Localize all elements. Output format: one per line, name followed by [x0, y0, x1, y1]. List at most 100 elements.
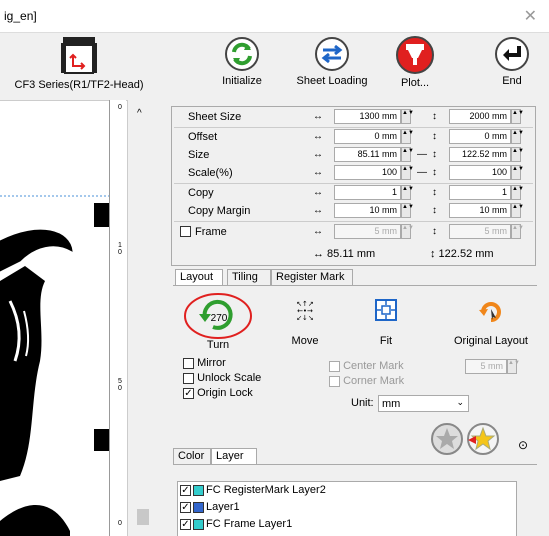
width-arrow-icon: ↔ — [313, 111, 323, 122]
origin-lock-option[interactable]: ✓ Origin Lock — [183, 387, 253, 399]
ruler-label: 0 — [118, 520, 122, 527]
copy-y-field[interactable]: 1 — [449, 185, 511, 200]
scroll-thumb[interactable] — [137, 509, 149, 525]
copy-x-stepper[interactable]: ▲▼ — [401, 185, 414, 200]
tab-layout[interactable]: Layout — [175, 269, 223, 286]
plot-button[interactable]: Plot... — [390, 35, 440, 89]
initialize-label: Initialize — [222, 75, 262, 87]
height-arrow-icon: ↕ — [432, 167, 437, 178]
center-mark-option[interactable]: Center Mark — [329, 360, 404, 372]
expand-icon[interactable]: ⊙ — [518, 438, 528, 452]
sheet-size-label: Sheet Size — [188, 111, 242, 123]
size-width-stepper[interactable]: ▲▼ — [401, 147, 414, 162]
layer-visible-checkbox[interactable]: ✓ — [180, 484, 191, 496]
original-layout-button[interactable]: Original Layout — [445, 298, 537, 347]
copy-x-field[interactable]: 1 — [334, 185, 401, 200]
layer-row[interactable]: ✓ FC Frame Layer1 — [180, 518, 292, 533]
sheet-width-field[interactable]: 1300 mm — [334, 109, 401, 124]
layer-row[interactable]: ✓ Layer1 — [180, 501, 240, 516]
scale-y-stepper[interactable]: ▲▼ — [511, 165, 524, 180]
copy-margin-row: Copy Margin ↔ 10 mm ▲▼ ↕ 10 mm ▲▼ — [172, 202, 535, 220]
offset-label: Offset — [188, 131, 218, 143]
unlock-scale-checkbox[interactable] — [183, 372, 194, 384]
corner-mark-option[interactable]: Corner Mark — [329, 375, 404, 387]
end-label: End — [502, 75, 522, 87]
unit-select[interactable]: mm ⌄ — [378, 395, 469, 412]
sheet-loading-button[interactable]: Sheet Loading — [289, 35, 375, 87]
offset-x-field[interactable]: 0 mm — [334, 129, 401, 144]
tab-layer[interactable]: Layer — [211, 448, 257, 465]
width-arrow-icon: ↔ — [313, 226, 323, 237]
size-width-field[interactable]: 85.11 mm — [334, 147, 401, 162]
offset-y-field[interactable]: 0 mm — [449, 129, 511, 144]
offset-x-stepper[interactable]: ▲▼ — [401, 129, 414, 144]
turn-button[interactable]: 270 Turn — [183, 292, 253, 352]
sheet-size-row: Sheet Size ↔ 1300 mm ▲▼ ↕ 2000 mm ▲▼ — [172, 108, 535, 126]
frame-x-stepper[interactable]: ▲▼ — [401, 224, 414, 239]
total-width: ↔ 85.11 mm — [313, 248, 376, 260]
frame-checkbox[interactable] — [180, 225, 191, 237]
fit-button[interactable]: Fit — [366, 298, 406, 347]
sheet-height-stepper[interactable]: ▲▼ — [511, 109, 524, 124]
artwork-preview — [0, 195, 110, 536]
vertical-scrollbar[interactable]: ^ — [127, 100, 155, 536]
ruler-label: 0 — [118, 104, 122, 111]
scale-x-field[interactable]: 100 — [334, 165, 401, 180]
layer-panel: ✓ FC RegisterMark Layer2 ✓ Layer1 ✓ FC Fram… — [173, 464, 537, 536]
copy-label: Copy — [188, 187, 214, 199]
scale-x-stepper[interactable]: ▲▼ — [401, 165, 414, 180]
size-height-stepper[interactable]: ▲▼ — [511, 147, 524, 162]
layer-color-swatch — [193, 518, 204, 530]
mirror-label: Mirror — [197, 357, 226, 369]
corner-mark-checkbox[interactable] — [329, 375, 340, 387]
copy-margin-x-field[interactable]: 10 mm — [334, 203, 401, 218]
layer-visible-checkbox[interactable]: ✓ — [180, 518, 191, 530]
swap-arrows-icon — [315, 37, 349, 71]
frame-y-stepper[interactable]: ▲▼ — [511, 224, 524, 239]
frame-label: Frame — [195, 226, 227, 238]
tab-register-mark[interactable]: Register Mark — [271, 269, 353, 285]
mirror-option[interactable]: Mirror — [183, 357, 226, 369]
sheet-width-stepper[interactable]: ▲▼ — [401, 109, 414, 124]
star-color-button[interactable] — [462, 422, 504, 459]
layer-row[interactable]: ✓ FC RegisterMark Layer2 — [180, 484, 326, 499]
window-title: ig_en] — [4, 9, 37, 23]
size-height-field[interactable]: 122.52 mm — [449, 147, 511, 162]
rotate-icon: 270 — [184, 293, 252, 339]
tab-tiling[interactable]: Tiling — [227, 269, 271, 285]
copy-margin-y-stepper[interactable]: ▲▼ — [511, 203, 524, 218]
title-bar: ig_en] ✕ — [0, 0, 549, 33]
layer-visible-checkbox[interactable]: ✓ — [180, 501, 191, 513]
star-gray-icon[interactable] — [427, 422, 467, 456]
center-mark-checkbox[interactable] — [329, 360, 340, 372]
scroll-up-icon[interactable]: ^ — [137, 108, 142, 119]
width-arrow-icon: ↔ — [313, 205, 323, 216]
move-button[interactable]: ↖↑↗ ←•→ ↙↓↘ Move — [285, 298, 325, 347]
unit-value: mm — [382, 398, 401, 410]
unlock-scale-option[interactable]: Unlock Scale — [183, 372, 261, 384]
mirror-checkbox[interactable] — [183, 357, 194, 369]
layer-list: ✓ FC RegisterMark Layer2 ✓ Layer1 ✓ FC Fram… — [177, 481, 517, 536]
scale-y-field[interactable]: 100 — [449, 165, 511, 180]
mark-size-field[interactable]: 5 mm — [465, 359, 507, 374]
frame-x-field[interactable]: 5 mm — [334, 224, 401, 239]
copy-margin-y-field[interactable]: 10 mm — [449, 203, 511, 218]
link-dash-icon: — — [417, 149, 427, 160]
end-button[interactable]: End — [492, 35, 532, 87]
tab-color[interactable]: Color — [173, 448, 211, 464]
mark-size-stepper[interactable]: ▲▼ — [507, 359, 520, 374]
star-color-icon — [467, 423, 499, 455]
plot-label: Plot... — [400, 77, 430, 89]
copy-y-stepper[interactable]: ▲▼ — [511, 185, 524, 200]
unlock-scale-label: Unlock Scale — [197, 372, 262, 384]
copy-margin-x-stepper[interactable]: ▲▼ — [401, 203, 414, 218]
close-icon[interactable]: ✕ — [524, 6, 537, 26]
turn-label: Turn — [206, 339, 230, 351]
sheet-height-field[interactable]: 2000 mm — [449, 109, 511, 124]
sheet-loading-label: Sheet Loading — [296, 75, 368, 87]
origin-lock-checkbox[interactable]: ✓ — [183, 387, 194, 399]
device-button[interactable]: CF3 Series(R1/TF2-Head) — [4, 35, 154, 91]
offset-y-stepper[interactable]: ▲▼ — [511, 129, 524, 144]
initialize-button[interactable]: Initialize — [212, 35, 272, 87]
frame-y-field[interactable]: 5 mm — [449, 224, 511, 239]
